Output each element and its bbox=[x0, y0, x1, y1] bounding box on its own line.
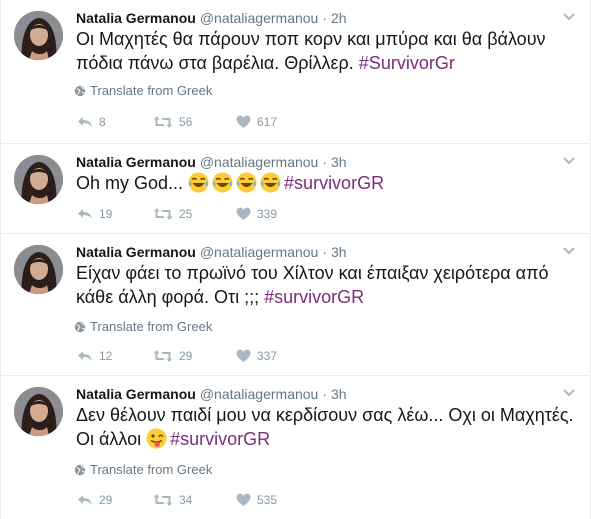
tweet-header: Natalia Germanou @nataliagermanou · 3h bbox=[76, 153, 347, 171]
like-button[interactable]: 617 bbox=[236, 114, 277, 130]
avatar[interactable] bbox=[14, 245, 63, 294]
tweet[interactable]: Natalia Germanou @nataliagermanou · 3h Είχα… bbox=[1, 234, 590, 376]
reply-count: 12 bbox=[99, 349, 113, 363]
heart-icon bbox=[236, 207, 251, 220]
author-name[interactable]: Natalia Germanou bbox=[76, 154, 196, 170]
winking-face-with-tongue-icon bbox=[146, 428, 167, 449]
author-handle[interactable]: @nataliagermanou bbox=[200, 154, 319, 170]
hashtag-link[interactable]: #survivorGR bbox=[264, 287, 364, 307]
retweet-button[interactable]: 25 bbox=[153, 206, 192, 222]
translate-label: Translate from Greek bbox=[90, 83, 213, 98]
reply-icon bbox=[78, 117, 92, 127]
tweet[interactable]: Natalia Germanou @nataliagermanou · 3h Δεν … bbox=[1, 376, 590, 519]
hashtag-link[interactable]: #survivorGR bbox=[284, 173, 384, 193]
chevron-down-icon[interactable] bbox=[562, 388, 576, 398]
globe-icon bbox=[74, 321, 86, 333]
face-with-tears-of-joy-icon bbox=[236, 172, 257, 193]
retweet-button[interactable]: 34 bbox=[153, 492, 192, 508]
translate-link[interactable]: Translate from Greek bbox=[74, 319, 212, 335]
like-button[interactable]: 339 bbox=[236, 206, 277, 222]
avatar[interactable] bbox=[14, 11, 63, 60]
tweet-text: Δεν θέλουν παιδί μου να κερδίσουν σας λέ… bbox=[76, 403, 576, 451]
retweet-count: 56 bbox=[179, 115, 193, 129]
tweet[interactable]: Natalia Germanou @nataliagermanou · 3h Oh m… bbox=[1, 144, 590, 234]
tweet-timestamp[interactable]: 3h bbox=[331, 244, 347, 260]
like-count: 617 bbox=[257, 115, 278, 129]
avatar[interactable] bbox=[14, 155, 63, 204]
face-with-tears-of-joy-icon bbox=[212, 172, 233, 193]
heart-icon bbox=[236, 349, 251, 362]
author-name[interactable]: Natalia Germanou bbox=[76, 10, 196, 26]
like-count: 339 bbox=[257, 207, 278, 221]
tweet-timeline: Natalia Germanou @nataliagermanou · 2h Οι Μ… bbox=[0, 0, 591, 519]
chevron-down-icon[interactable] bbox=[562, 156, 576, 166]
retweet-icon bbox=[153, 208, 173, 220]
tweet-text: Είχαν φάει το πρωϊνό του Χίλτον και έπαι… bbox=[76, 261, 576, 309]
author-name[interactable]: Natalia Germanou bbox=[76, 386, 196, 402]
heart-icon bbox=[236, 115, 251, 128]
heart-icon bbox=[236, 493, 251, 506]
face-with-tears-of-joy-icon bbox=[260, 172, 281, 193]
separator-dot: · bbox=[322, 386, 328, 402]
retweet-button[interactable]: 56 bbox=[153, 114, 192, 130]
reply-count: 19 bbox=[99, 207, 113, 221]
author-handle[interactable]: @nataliagermanou bbox=[200, 10, 319, 26]
tweet-timestamp[interactable]: 3h bbox=[331, 386, 347, 402]
avatar[interactable] bbox=[14, 387, 63, 436]
globe-icon bbox=[74, 85, 86, 97]
reply-count: 29 bbox=[99, 493, 113, 507]
tweet-timestamp[interactable]: 2h bbox=[331, 10, 347, 26]
globe-icon bbox=[74, 464, 86, 476]
retweet-count: 25 bbox=[179, 207, 193, 221]
like-count: 337 bbox=[257, 349, 278, 363]
tweet-body: Οι Μαχητές θα πάρουν ποπ κορν και μπύρα … bbox=[76, 29, 551, 73]
translate-link[interactable]: Translate from Greek bbox=[74, 83, 212, 99]
retweet-count: 29 bbox=[179, 349, 193, 363]
retweet-button[interactable]: 29 bbox=[153, 348, 192, 364]
tweet-body: Oh my God... bbox=[76, 173, 189, 193]
retweet-count: 34 bbox=[179, 493, 193, 507]
author-name[interactable]: Natalia Germanou bbox=[76, 244, 196, 260]
hashtag-link[interactable]: #SurvivorGr bbox=[359, 53, 455, 73]
face-with-tears-of-joy-icon bbox=[188, 172, 209, 193]
retweet-icon bbox=[153, 494, 173, 506]
like-button[interactable]: 337 bbox=[236, 348, 277, 364]
reply-count: 8 bbox=[99, 115, 106, 129]
reply-icon bbox=[78, 351, 92, 361]
reply-button[interactable]: 12 bbox=[77, 348, 112, 364]
tweet-timestamp[interactable]: 3h bbox=[331, 154, 347, 170]
reply-icon bbox=[78, 495, 92, 505]
retweet-icon bbox=[153, 350, 173, 362]
reply-icon bbox=[78, 209, 92, 219]
reply-button[interactable]: 19 bbox=[77, 206, 112, 222]
chevron-down-icon[interactable] bbox=[562, 12, 576, 22]
like-count: 535 bbox=[257, 493, 278, 507]
reply-button[interactable]: 8 bbox=[77, 114, 106, 130]
hashtag-link[interactable]: #survivorGR bbox=[170, 429, 270, 449]
separator-dot: · bbox=[322, 154, 328, 170]
translate-label: Translate from Greek bbox=[90, 319, 213, 334]
author-handle[interactable]: @nataliagermanou bbox=[200, 386, 319, 402]
reply-button[interactable]: 29 bbox=[77, 492, 112, 508]
translate-label: Translate from Greek bbox=[90, 462, 213, 477]
tweet-header: Natalia Germanou @nataliagermanou · 2h bbox=[76, 9, 347, 27]
tweet[interactable]: Natalia Germanou @nataliagermanou · 2h Οι Μ… bbox=[1, 0, 590, 144]
like-button[interactable]: 535 bbox=[236, 492, 277, 508]
translate-link[interactable]: Translate from Greek bbox=[74, 462, 212, 478]
retweet-icon bbox=[153, 116, 173, 128]
chevron-down-icon[interactable] bbox=[562, 246, 576, 256]
tweet-text: Οι Μαχητές θα πάρουν ποπ κορν και μπύρα … bbox=[76, 27, 576, 75]
tweet-text: Oh my God... #survivorGR bbox=[76, 171, 576, 195]
tweet-header: Natalia Germanou @nataliagermanou · 3h bbox=[76, 243, 347, 261]
separator-dot: · bbox=[322, 10, 328, 26]
separator-dot: · bbox=[322, 244, 328, 260]
author-handle[interactable]: @nataliagermanou bbox=[200, 244, 319, 260]
tweet-header: Natalia Germanou @nataliagermanou · 3h bbox=[76, 385, 347, 403]
